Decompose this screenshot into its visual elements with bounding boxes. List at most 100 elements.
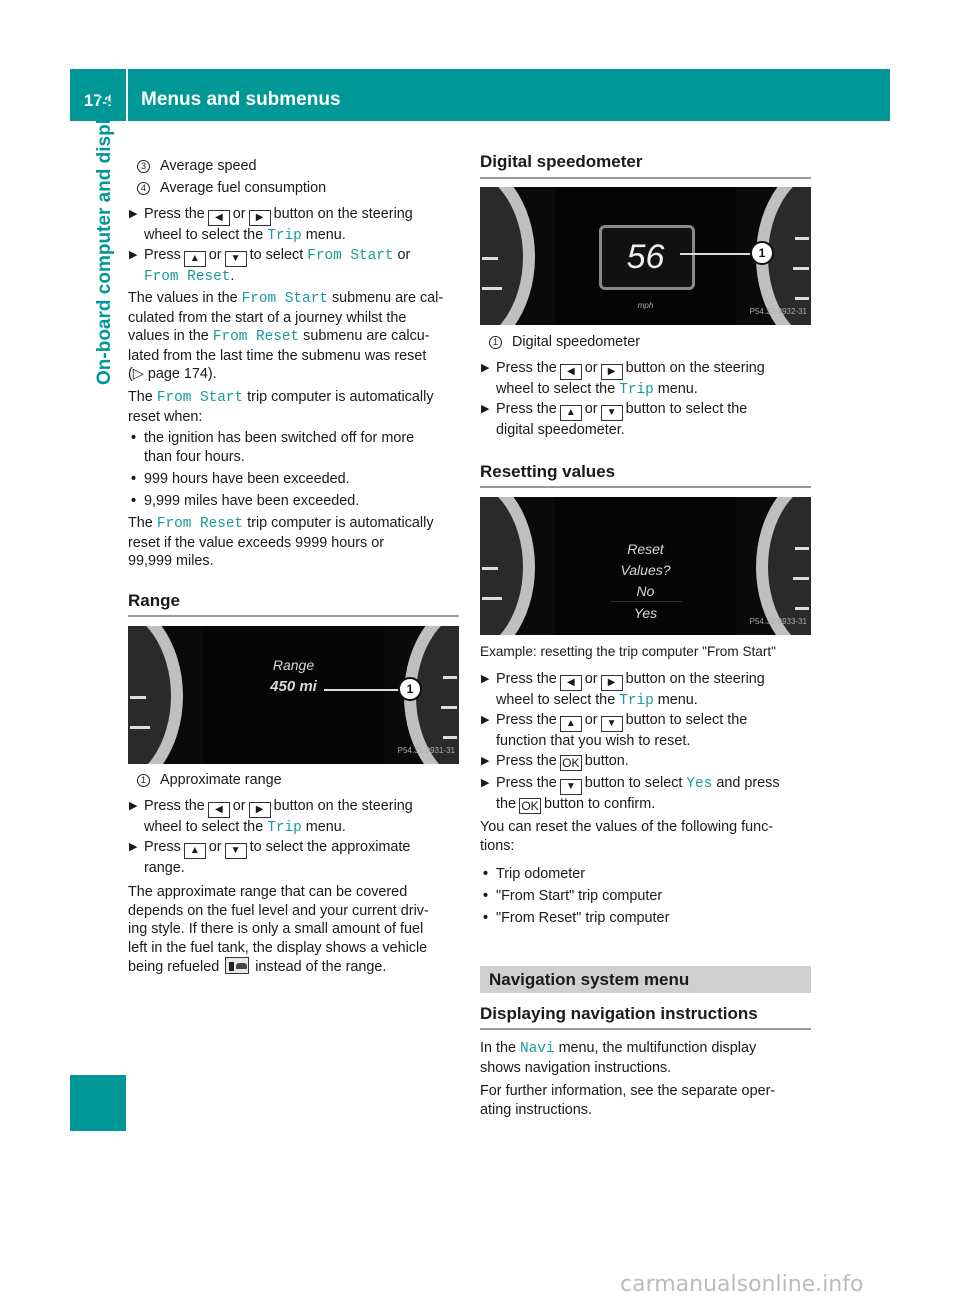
step-arrow-icon: ▶	[481, 777, 490, 789]
step-text: Press the	[496, 753, 557, 769]
figure-code: P54.32-9931-31	[397, 746, 455, 756]
reset-values-figure: Reset Values? No Yes P54.32-9933-31	[480, 497, 811, 635]
bullet-item: • the ignition has been switched off for…	[128, 429, 460, 466]
page-reference-link[interactable]: (▷ page 174).	[128, 366, 217, 382]
legend-text: Average fuel consumption	[160, 180, 327, 196]
text: The	[128, 515, 153, 531]
text: You can reset the values of the followin…	[480, 819, 774, 835]
side-tab-marker	[70, 1075, 126, 1131]
menu-name: From Start	[241, 291, 328, 307]
option-no: No	[636, 583, 655, 599]
step-text: or	[584, 671, 598, 687]
text: reset if the value exceeds 9999 hours or	[128, 534, 384, 551]
legend-item: 4 Average fuel consumption	[137, 179, 326, 198]
step-text: Press	[144, 247, 181, 263]
left-key-icon: ◀	[559, 364, 582, 380]
callout-number-icon: 3	[137, 160, 150, 173]
section-heading-navigation-instructions: Displaying navigation instructions	[480, 1004, 758, 1023]
step-text: function that you wish to reset.	[496, 733, 691, 749]
paragraph: You can reset the values of the followin…	[480, 818, 812, 855]
step-text: menu.	[305, 819, 346, 835]
range-value: 450 mi	[270, 678, 317, 695]
right-key-icon: ▶	[600, 675, 623, 691]
step-text: range.	[144, 860, 185, 876]
text: shows navigation instructions.	[480, 1059, 672, 1076]
text: culated from the start of a journey whil…	[128, 309, 407, 326]
step-text: Press the	[496, 775, 557, 791]
callout-number-icon: 4	[137, 182, 150, 195]
display-screen: 56 mph	[555, 187, 736, 325]
text: menu, the multifunction display	[558, 1040, 757, 1056]
step-arrow-icon: ▶	[481, 403, 490, 415]
text: The approximate range that can be covere…	[128, 884, 408, 900]
down-key-icon: ▼	[224, 251, 247, 267]
right-key-icon: ▶	[248, 210, 271, 226]
digital-speedometer-figure: 56 mph 1 P54.32-9932-31	[480, 187, 811, 325]
step-text: or	[397, 247, 411, 263]
refuel-vehicle-icon	[225, 957, 250, 975]
step-text: Press the	[496, 712, 557, 728]
text: submenu are calcu-	[303, 328, 430, 345]
text: than four hours.	[144, 448, 245, 465]
legend-text: Average speed	[160, 158, 257, 174]
menu-name: From Start	[307, 248, 394, 264]
instruction-step: ▶ Press ▲ or ▼ to select From Start or From …	[128, 246, 460, 287]
speed-value: 56	[626, 238, 665, 276]
step-text: to select the approximate	[249, 839, 411, 855]
instruction-step: ▶ Press ▲ or ▼ to select the approximate ran…	[128, 838, 460, 878]
step-text: menu.	[305, 227, 346, 243]
step-text: or	[232, 798, 246, 814]
step-text: or	[232, 206, 246, 222]
step-text: button.	[584, 753, 629, 769]
instruction-step: ▶ Press the ▲ or ▼ button to select the digi…	[480, 400, 812, 440]
reset-prompt-line2: Values?	[620, 562, 671, 578]
figure-code: P54.32-9932-31	[749, 307, 807, 317]
step-text: wheel to select the	[144, 227, 264, 243]
down-key-icon: ▼	[600, 716, 623, 732]
legend-text: Approximate range	[160, 772, 282, 788]
text: instead of the range.	[255, 959, 387, 976]
up-key-icon: ▲	[183, 251, 206, 267]
text: Trip odometer	[496, 866, 586, 882]
instruction-step: ▶ Press the OK button.	[480, 752, 812, 771]
step-text: button to select	[584, 775, 683, 791]
bullet-icon: •	[131, 430, 137, 446]
text: being refueled	[128, 959, 220, 976]
up-key-icon: ▲	[559, 716, 582, 732]
text: the ignition has been switched off for m…	[144, 430, 415, 446]
ok-key-icon: OK	[519, 798, 542, 814]
menu-name: From Start	[156, 390, 244, 406]
step-text: button to select the	[625, 401, 748, 417]
left-gauge	[128, 626, 183, 764]
step-arrow-icon: ▶	[129, 208, 138, 220]
up-key-icon: ▲	[183, 843, 206, 859]
figure-code: P54.32-9933-31	[749, 617, 807, 627]
left-key-icon: ◀	[207, 802, 230, 818]
step-text: button on the steering	[625, 671, 765, 687]
speed-unit: mph	[637, 301, 654, 310]
header-divider	[126, 69, 128, 121]
step-text: Press the	[496, 360, 557, 376]
paragraph: The From Start trip computer is automati…	[128, 388, 460, 426]
text: trip computer is automatically	[247, 515, 434, 531]
paragraph: For further information, see the separat…	[480, 1082, 812, 1119]
menu-name: From Reset	[212, 329, 300, 346]
legend-item: 1 Approximate range	[137, 771, 282, 790]
callout-line	[680, 253, 752, 255]
display-screen: Reset Values? No Yes	[555, 497, 736, 635]
down-key-icon: ▼	[600, 405, 623, 421]
text: 99,999 miles.	[128, 553, 214, 570]
side-tab-label: On-board computer and displays	[94, 87, 115, 385]
callout-number-icon: 1	[137, 774, 150, 787]
page-title: Menus and submenus	[141, 89, 341, 110]
left-key-icon: ◀	[207, 210, 230, 226]
step-text: and press	[716, 775, 780, 791]
watermark: carmanualsonline.info	[620, 1272, 864, 1297]
heading-rule	[128, 615, 459, 617]
text: 999 hours have been exceeded.	[144, 471, 350, 487]
step-text: menu.	[657, 381, 698, 397]
menu-name: Navi	[520, 1041, 555, 1057]
step-text: Press the	[144, 798, 205, 814]
option-yes: Yes	[633, 605, 658, 621]
bullet-icon: •	[483, 888, 489, 904]
